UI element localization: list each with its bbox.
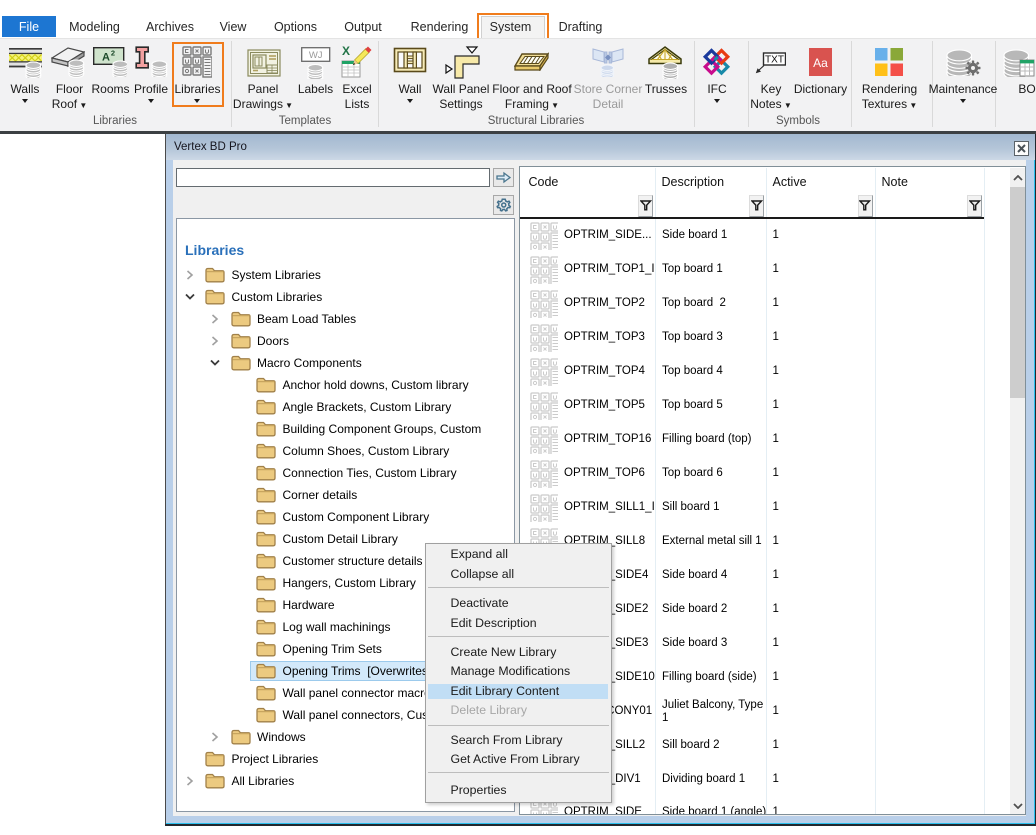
svg-text:TXT: TXT [765,55,784,66]
svg-text:A: A [102,52,110,64]
svg-text:2: 2 [111,49,115,58]
svg-text:Aa: Aa [813,56,828,70]
svg-text:WJ: WJ [309,50,323,61]
svg-text:X: X [342,45,350,58]
